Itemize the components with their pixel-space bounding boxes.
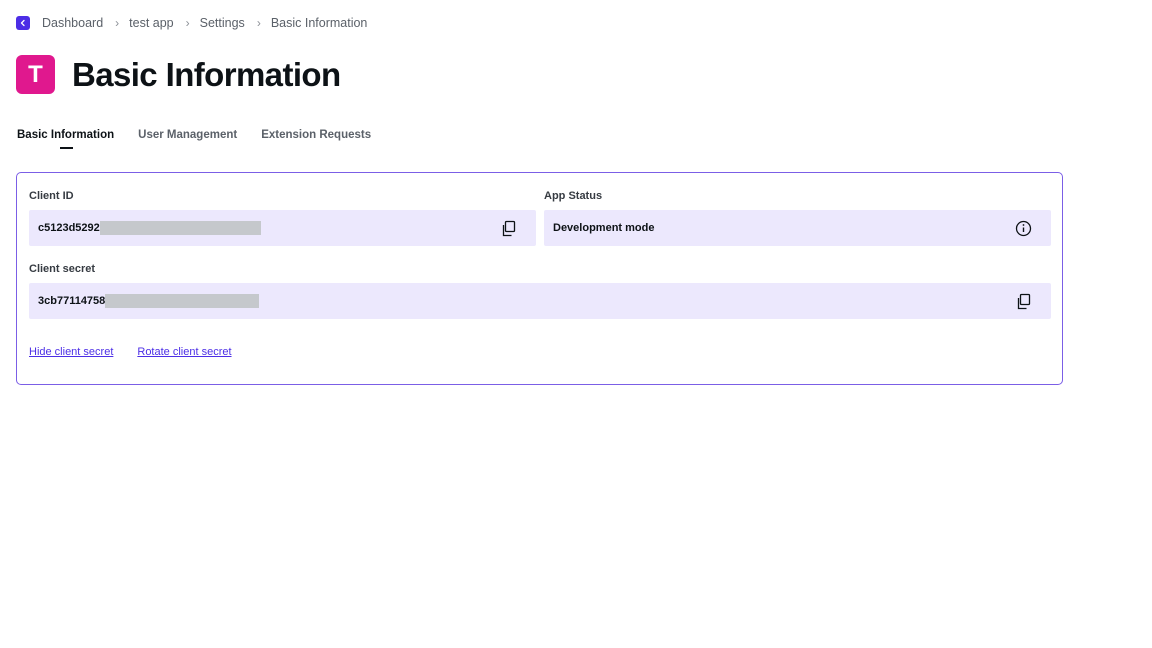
client-id-field: c5123d5292 bbox=[29, 210, 536, 246]
tab-bar: Basic Information User Management Extens… bbox=[17, 129, 395, 149]
copy-icon bbox=[502, 220, 515, 236]
client-id-label: Client ID bbox=[29, 190, 74, 202]
client-secret-label: Client secret bbox=[29, 263, 96, 275]
chevron-right-icon: › bbox=[256, 16, 261, 30]
back-button[interactable] bbox=[16, 16, 30, 30]
tab-basic-information[interactable]: Basic Information bbox=[17, 129, 114, 149]
secret-actions: Hide client secret Rotate client secret bbox=[29, 346, 256, 358]
copy-icon bbox=[1017, 293, 1030, 309]
hide-client-secret-link[interactable]: Hide client secret bbox=[29, 346, 113, 358]
app-status-info-button[interactable] bbox=[1014, 219, 1032, 237]
redacted-block bbox=[99, 221, 261, 235]
chevron-left-icon bbox=[20, 19, 25, 27]
redacted-block bbox=[105, 294, 260, 308]
app-status-field: Development mode bbox=[544, 210, 1051, 246]
client-secret-field: 3cb77114758 bbox=[29, 283, 1051, 319]
app-status-value: Development mode bbox=[553, 222, 655, 234]
app-status-label: App Status bbox=[544, 190, 603, 202]
chevron-right-icon: › bbox=[185, 16, 190, 30]
credentials-card: Client ID c5123d5292 App Status Developm… bbox=[16, 172, 1063, 385]
info-icon bbox=[1015, 220, 1031, 236]
client-secret-value: 3cb77114758 bbox=[38, 295, 106, 307]
breadcrumb-settings[interactable]: Settings bbox=[200, 16, 245, 30]
app-avatar: T bbox=[16, 55, 55, 94]
tab-user-management[interactable]: User Management bbox=[138, 129, 237, 149]
breadcrumb-basic-information: Basic Information bbox=[270, 16, 368, 30]
breadcrumb-dashboard[interactable]: Dashboard bbox=[42, 16, 103, 30]
copy-client-secret-button[interactable] bbox=[1014, 292, 1032, 310]
copy-client-id-button[interactable] bbox=[499, 219, 517, 237]
breadcrumb-test-app[interactable]: test app bbox=[129, 16, 173, 30]
page-title: Basic Information bbox=[72, 55, 341, 93]
client-id-value: c5123d5292 bbox=[38, 222, 100, 234]
tab-extension-requests[interactable]: Extension Requests bbox=[261, 129, 371, 149]
chevron-right-icon: › bbox=[115, 16, 120, 30]
page-header: T Basic Information bbox=[16, 55, 341, 94]
breadcrumb: Dashboard › test app › Settings › Basic … bbox=[16, 15, 367, 31]
rotate-client-secret-link[interactable]: Rotate client secret bbox=[137, 346, 231, 358]
